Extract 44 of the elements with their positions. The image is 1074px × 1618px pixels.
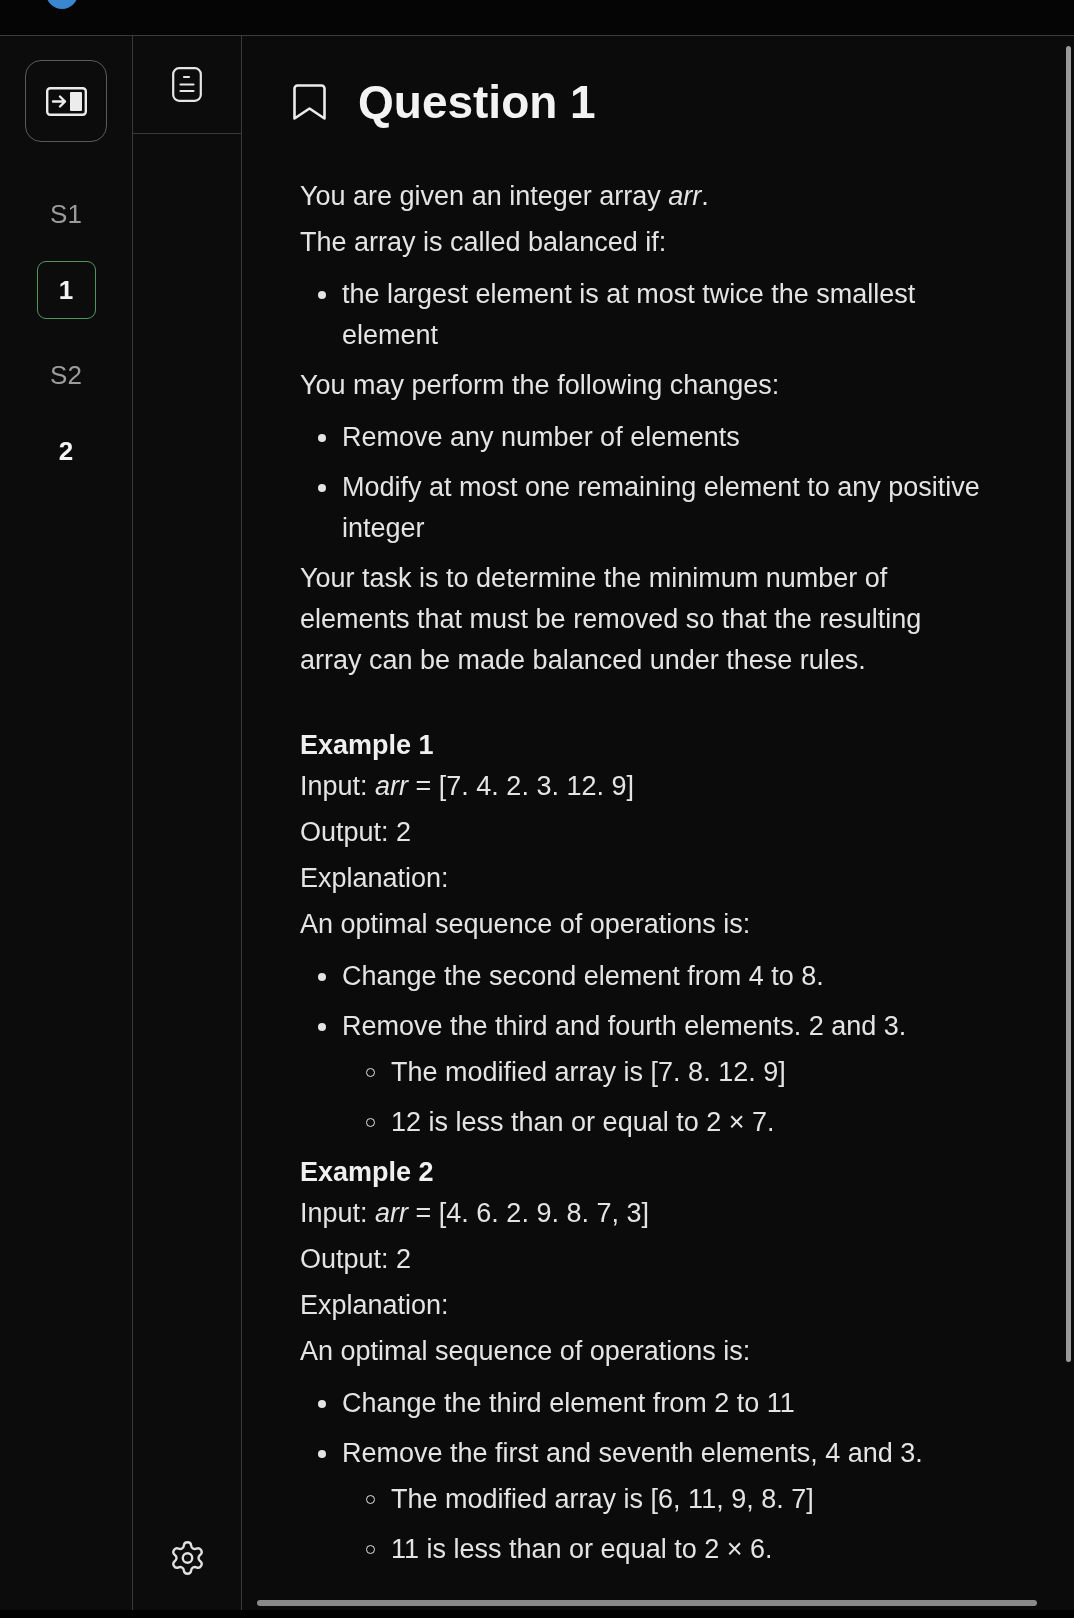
bullet-icon <box>318 1399 326 1408</box>
bullet-icon <box>318 433 326 442</box>
bookmark-icon[interactable] <box>293 84 326 120</box>
question-text: The array is called balanced if: <box>300 226 667 259</box>
horizontal-scrollbar-thumb[interactable] <box>257 1600 1037 1606</box>
question-text: Output: 2 <box>300 816 412 849</box>
question-number-button[interactable]: 2 <box>36 422 96 480</box>
list-item-text: Remove the first and seventh elements, 4 and 3. <box>342 1437 923 1470</box>
list-item-text: Remove any number of elements <box>342 421 740 454</box>
list-item-text: 11 is less than or equal to 2 × 6. <box>391 1533 773 1566</box>
list-item-text: The modified array is [7. 8. 12. 9] <box>391 1056 786 1089</box>
document-icon[interactable] <box>172 67 202 102</box>
question-title: Question 1 <box>358 75 596 130</box>
bullet-icon <box>318 290 326 299</box>
list-item-text: Remove the third and fourth elements. 2 and 3. <box>342 1010 907 1043</box>
list-item-text: Change the second element from 4 to 8. <box>342 960 824 993</box>
question-text: You may perform the following changes: <box>300 369 780 402</box>
question-number-button[interactable]: 1 <box>36 261 96 319</box>
question-text: Input: arr = [4. 6. 2. 9. 8. 7, 3] <box>300 1197 649 1230</box>
vertical-scrollbar-thumb[interactable] <box>1066 46 1071 1362</box>
list-item-text: Change the third element from 2 to 11 <box>342 1387 795 1420</box>
section-label: S2 <box>50 360 82 390</box>
question-text: Explanation: <box>300 862 449 895</box>
bullet-icon <box>318 483 326 492</box>
example-heading: Example 2 <box>300 1156 434 1189</box>
settings-icon[interactable] <box>171 1541 203 1575</box>
list-item-text: the largest element is at most twice the smallest element <box>342 278 917 352</box>
question-text: Your task is to determine the minimum number of elements that must be removed so that the resulting array can be made balanced under these rules. <box>300 562 923 677</box>
bullet-icon <box>318 972 326 981</box>
question-text: Input: arr = [7. 4. 2. 3. 12. 9] <box>300 770 634 803</box>
question-text: An optimal sequence of operations is: <box>300 1335 751 1368</box>
bullet-icon <box>318 1449 326 1458</box>
expand-panel-icon <box>45 86 87 116</box>
expand-panel-button[interactable] <box>25 60 107 142</box>
section-label: S1 <box>50 199 82 229</box>
question-text: You are given an integer array arr. <box>300 180 709 213</box>
question-text: An optimal sequence of operations is: <box>300 908 751 941</box>
question-text: Explanation: <box>300 1289 449 1322</box>
list-item-text: The modified array is [6, 11, 9, 8. 7] <box>391 1483 814 1516</box>
question-text: Output: 2 <box>300 1243 412 1276</box>
list-item-text: Modify at most one remaining element to any positive integer <box>342 471 981 545</box>
bullet-icon <box>318 1022 326 1031</box>
example-heading: Example 1 <box>300 729 434 762</box>
list-item-text: 12 is less than or equal to 2 × 7. <box>391 1106 775 1139</box>
